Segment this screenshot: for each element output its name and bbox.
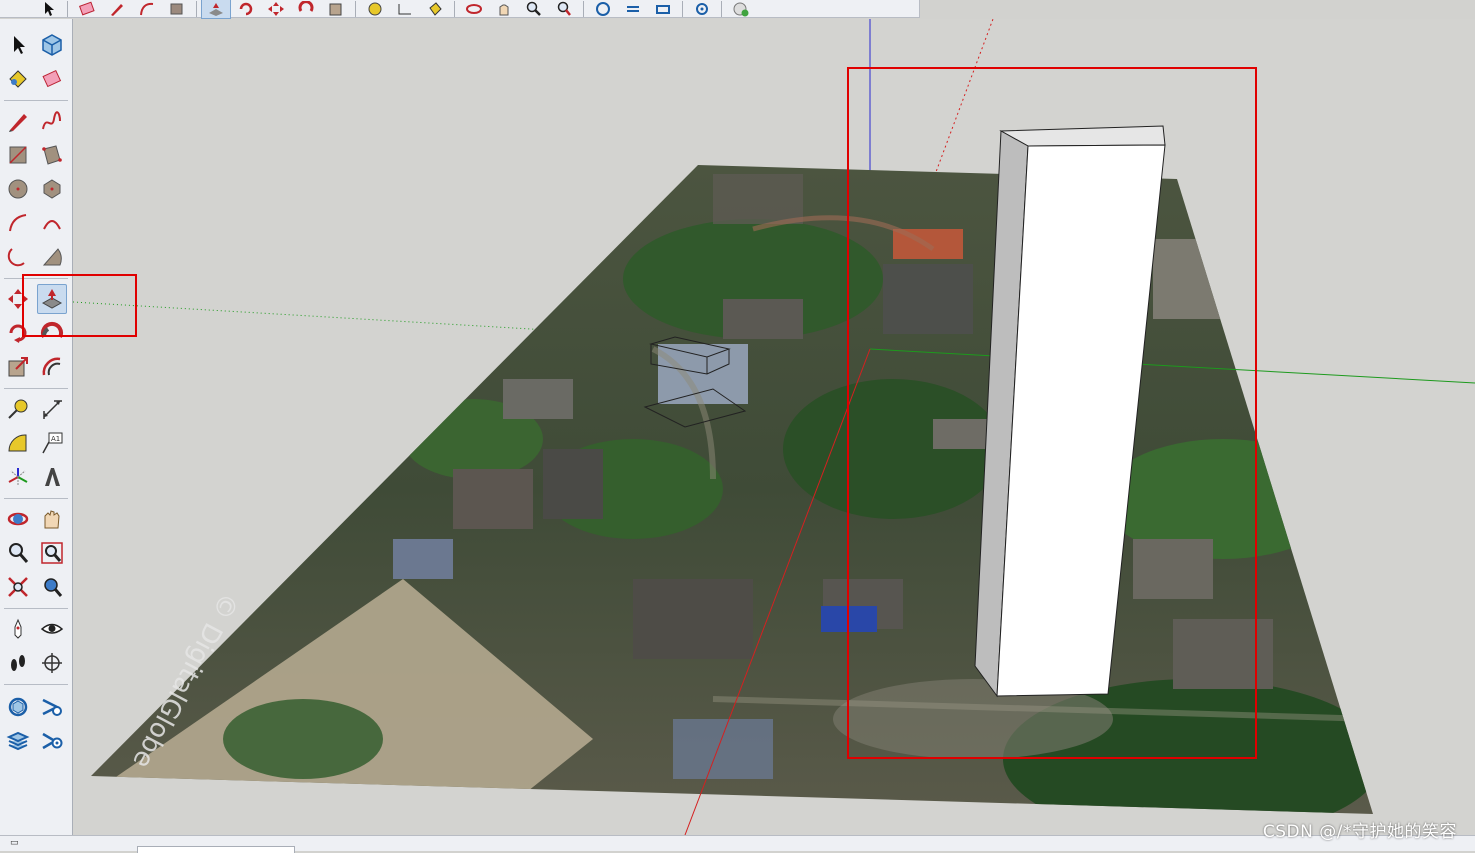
pie-tool-icon[interactable]	[37, 242, 67, 272]
toolbar-separator	[721, 0, 722, 17]
zoom-window-tool-icon[interactable]	[37, 538, 67, 568]
satellite-ground-plane[interactable]: © DigitalGlobe	[91, 165, 1383, 835]
freehand-tool-icon[interactable]	[37, 106, 67, 136]
select-tool-icon[interactable]	[3, 30, 33, 60]
left-toolbar: A1	[0, 19, 73, 835]
geo-location-icon[interactable]	[727, 0, 755, 18]
position-camera-tool-icon[interactable]	[3, 614, 33, 644]
toolbar-separator	[4, 498, 68, 499]
look-around-tool-icon[interactable]	[37, 614, 67, 644]
pan-icon[interactable]	[490, 0, 518, 18]
move-icon[interactable]	[262, 0, 290, 18]
eraser-tool-icon[interactable]	[37, 64, 67, 94]
pencil-icon[interactable]	[103, 0, 131, 18]
select-icon[interactable]	[34, 0, 62, 18]
toolbar-separator	[682, 0, 683, 17]
follow-me-tool-icon[interactable]	[37, 318, 67, 348]
orbit-icon[interactable]	[460, 0, 488, 18]
polygon-tool-icon[interactable]	[37, 174, 67, 204]
toolbar-separator	[196, 0, 197, 17]
section-plane-tool-icon[interactable]	[37, 648, 67, 678]
paint-bucket-icon[interactable]	[421, 0, 449, 18]
zoom-tool-icon[interactable]	[3, 538, 33, 568]
circle-tool-icon[interactable]	[3, 174, 33, 204]
orbit-tool-icon[interactable]	[3, 504, 33, 534]
extension-warehouse-icon[interactable]	[649, 0, 677, 18]
model-scene[interactable]: © DigitalGlobe	[73, 19, 1475, 835]
dimension-icon[interactable]	[391, 0, 419, 18]
status-info-icon[interactable]: ▭	[10, 838, 19, 848]
toolbar-separator	[4, 278, 68, 279]
warehouse-tool-icon[interactable]	[3, 692, 33, 722]
push-pull-icon[interactable]	[201, 0, 231, 19]
line-tool-icon[interactable]	[3, 106, 33, 136]
rotate-tool-icon[interactable]	[3, 318, 33, 348]
arc-tool-icon[interactable]	[3, 208, 33, 238]
tape-measure-tool-icon[interactable]	[3, 394, 33, 424]
toolbar-separator	[355, 0, 356, 17]
follow-me-icon[interactable]	[292, 0, 320, 18]
watermark: CSDN @/*守护她的笑容	[1262, 822, 1457, 842]
move-tool-icon[interactable]	[3, 284, 33, 314]
3d-viewport[interactable]: © DigitalGlobe	[73, 19, 1475, 835]
status-bar: ▭	[0, 835, 1475, 853]
share-model-icon[interactable]	[619, 0, 647, 18]
zoom-extents-tool-icon[interactable]	[3, 572, 33, 602]
3d-text-tool-icon[interactable]	[37, 462, 67, 492]
toolbar-separator	[454, 0, 455, 17]
axes-tool-icon[interactable]	[3, 462, 33, 492]
svg-text:A1: A1	[51, 435, 60, 443]
component-icon[interactable]	[37, 30, 67, 60]
extension-manager-icon[interactable]	[688, 0, 716, 18]
arc-icon[interactable]	[133, 0, 161, 18]
extension-manager-tool-icon[interactable]	[37, 726, 67, 756]
scale-icon[interactable]	[322, 0, 350, 18]
text-tool-icon[interactable]: A1	[37, 428, 67, 458]
paint-bucket-tool-icon[interactable]	[3, 64, 33, 94]
rotate-icon[interactable]	[232, 0, 260, 18]
toolbar-separator	[4, 388, 68, 389]
protractor-tool-icon[interactable]	[3, 428, 33, 458]
offset-tool-icon[interactable]	[37, 352, 67, 382]
pan-tool-icon[interactable]	[37, 504, 67, 534]
walk-tool-icon[interactable]	[3, 648, 33, 678]
warehouse-icon[interactable]	[589, 0, 617, 18]
rotated-rectangle-tool-icon[interactable]	[37, 140, 67, 170]
extension-warehouse-tool-icon[interactable]	[37, 692, 67, 722]
scale-tool-icon[interactable]	[3, 352, 33, 382]
toolbar-separator	[4, 684, 68, 685]
zoom-extents-icon[interactable]	[550, 0, 578, 18]
toolbar-separator	[4, 100, 68, 101]
two-point-arc-tool-icon[interactable]	[37, 208, 67, 238]
eraser-icon[interactable]	[73, 0, 101, 18]
top-toolbar	[0, 0, 920, 19]
tape-measure-icon[interactable]	[361, 0, 389, 18]
previous-view-tool-icon[interactable]	[37, 572, 67, 602]
toolbar-separator	[583, 0, 584, 17]
rectangle-tool-icon[interactable]	[3, 140, 33, 170]
toolbar-separator	[67, 0, 68, 17]
dimension-tool-icon[interactable]	[37, 394, 67, 424]
push-pull-tool-icon[interactable]	[37, 284, 67, 314]
toolbar-separator	[4, 608, 68, 609]
rectangle-icon[interactable]	[163, 0, 191, 18]
zoom-icon[interactable]	[520, 0, 548, 18]
share-model-tool-icon[interactable]	[3, 726, 33, 756]
three-point-arc-tool-icon[interactable]	[3, 242, 33, 272]
